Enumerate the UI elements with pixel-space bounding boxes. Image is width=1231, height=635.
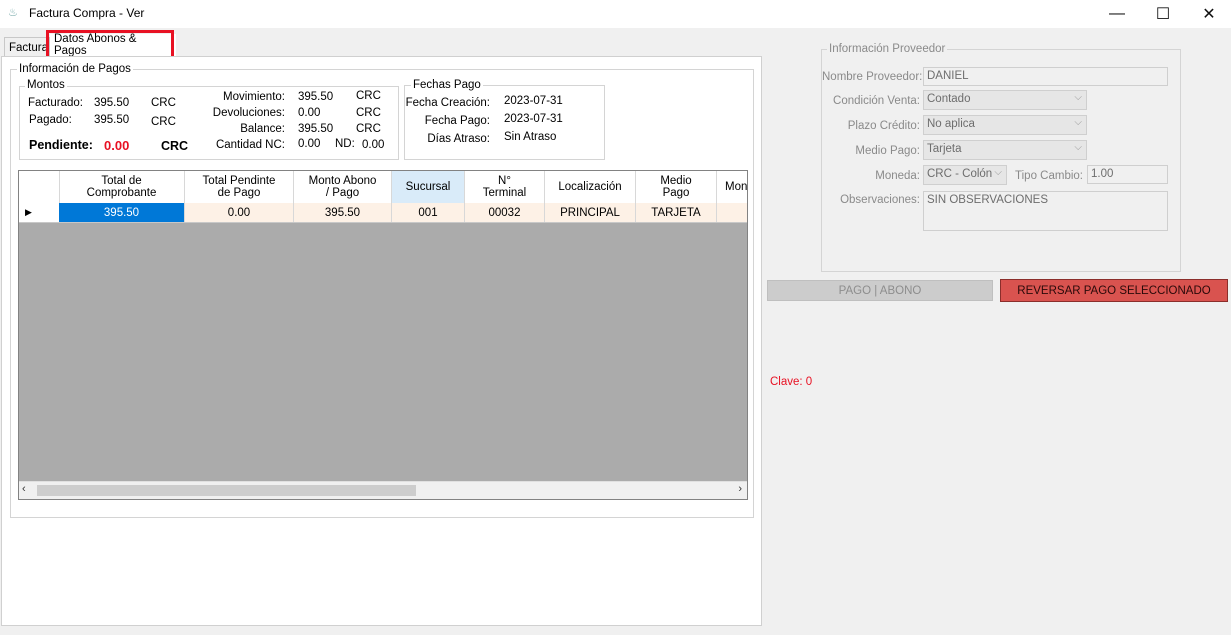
moneda-select[interactable]: CRC - Colón ⌵ <box>923 165 1007 185</box>
grid-header: Total de Comprobante Total Pendinte de P… <box>19 171 747 204</box>
dias-atraso-label: Días Atraso: <box>427 133 490 145</box>
proveedor-group-label: Información Proveedor <box>827 43 948 55</box>
pagos-group-label: Información de Pagos <box>17 63 133 75</box>
facturado-currency: CRC <box>151 97 176 109</box>
nd-label: ND: <box>335 138 355 150</box>
tipo-cambio-field[interactable]: 1.00 <box>1087 165 1168 184</box>
balance-label: Balance: <box>240 123 285 135</box>
cell-localizacion[interactable]: PRINCIPAL <box>545 203 636 222</box>
pagos-grid[interactable]: Total de Comprobante Total Pendinte de P… <box>18 170 748 500</box>
clave-label: Clave: 0 <box>770 376 813 388</box>
devoluciones-currency: CRC <box>356 107 381 119</box>
plazo-credito-value: No aplica <box>927 118 975 130</box>
scroll-thumb[interactable] <box>37 485 416 496</box>
balance-value: 395.50 <box>298 123 334 135</box>
observaciones-label: Observaciones: <box>840 194 920 206</box>
close-button[interactable]: ✕ <box>1186 0 1231 28</box>
movimiento-currency: CRC <box>356 90 381 102</box>
condicion-venta-value: Contado <box>927 93 971 105</box>
tipo-cambio-label: Tipo Cambio: <box>1015 170 1083 182</box>
horizontal-scrollbar[interactable]: ‹ › <box>19 481 747 499</box>
chevron-down-icon: ⌵ <box>1074 142 1082 153</box>
medio-pago-select[interactable]: Tarjeta ⌵ <box>923 140 1087 160</box>
chevron-down-icon: ⌵ <box>994 167 1002 178</box>
pendiente-currency: CRC <box>161 139 189 153</box>
facturado-value: 395.50 <box>94 97 130 109</box>
nd-value: 0.00 <box>362 139 385 151</box>
col-total-pendiente[interactable]: Total Pendinte de Pago <box>185 171 294 203</box>
devoluciones-label: Devoluciones: <box>212 107 285 119</box>
cell-total-pendiente[interactable]: 0.00 <box>185 203 294 222</box>
tab-datos-abonos-pagos[interactable]: Datos Abonos & Pagos <box>50 33 176 57</box>
devoluciones-value: 0.00 <box>298 107 321 119</box>
movimiento-label: Movimiento: <box>223 91 285 103</box>
balance-currency: CRC <box>356 123 381 135</box>
title-bar: ♨ Factura Compra - Ver — ☐ ✕ <box>0 0 1231 28</box>
nombre-proveedor-label: Nombre Proveedor: <box>822 71 923 83</box>
chevron-down-icon: ⌵ <box>1074 92 1082 103</box>
fecha-pago-value: 2023-07-31 <box>504 113 563 125</box>
col-localizacion[interactable]: Localización <box>545 171 636 203</box>
plazo-credito-select[interactable]: No aplica ⌵ <box>923 115 1087 135</box>
montos-group-label: Montos <box>25 79 67 91</box>
facturado-label: Facturado: <box>28 97 83 109</box>
scroll-right-icon[interactable]: › <box>738 483 742 495</box>
pagado-currency: CRC <box>151 116 176 128</box>
cantidad-nc-label: Cantidad NC: <box>215 139 285 151</box>
movimiento-value: 395.50 <box>298 91 334 103</box>
pendiente-value: 0.00 <box>104 138 130 153</box>
medio-pago-value: Tarjeta <box>927 143 962 155</box>
col-medio-pago[interactable]: Medio Pago <box>636 171 717 203</box>
minimize-button[interactable]: — <box>1094 0 1140 28</box>
col-sucursal[interactable]: Sucursal <box>392 171 465 203</box>
pagado-value: 395.50 <box>94 114 130 126</box>
tab-factura-label: Factura <box>9 41 48 54</box>
fecha-creacion-label: Fecha Creación: <box>405 97 490 109</box>
window-title: Factura Compra - Ver <box>29 6 145 20</box>
cell-medio-pago[interactable]: TARJETA <box>636 203 717 222</box>
plazo-credito-label: Plazo Crédito: <box>847 120 920 132</box>
cell-total-comprobante[interactable]: 395.50 <box>59 203 185 222</box>
fecha-creacion-value: 2023-07-31 <box>504 95 563 107</box>
fechas-group-label: Fechas Pago <box>411 79 483 91</box>
pagado-label: Pagado: <box>29 114 72 126</box>
cantidad-nc-value: 0.00 <box>298 138 321 150</box>
col-moneda[interactable]: Mon <box>717 171 747 203</box>
cell-sucursal[interactable]: 001 <box>392 203 465 222</box>
col-total-comprobante[interactable]: Total de Comprobante <box>59 171 185 203</box>
medio-pago-label: Medio Pago: <box>855 145 920 157</box>
fecha-pago-label: Fecha Pago: <box>424 115 490 127</box>
cell-terminal[interactable]: 00032 <box>465 203 545 222</box>
condicion-venta-label: Condición Venta: <box>833 95 920 107</box>
moneda-label: Moneda: <box>875 170 920 182</box>
pago-abono-button[interactable]: PAGO | ABONO <box>767 280 993 301</box>
moneda-value: CRC - Colón <box>927 168 993 180</box>
maximize-button[interactable]: ☐ <box>1140 0 1186 28</box>
reversar-pago-button[interactable]: REVERSAR PAGO SELECCIONADO <box>1000 279 1228 302</box>
nombre-proveedor-field[interactable]: DANIEL <box>923 67 1168 86</box>
tab-datos-label: Datos Abonos & Pagos <box>54 33 137 57</box>
col-monto-abono[interactable]: Monto Abono / Pago <box>294 171 392 203</box>
table-row[interactable]: ▶ 395.50 0.00 395.50 001 00032 PRINCIPAL… <box>19 203 747 223</box>
pendiente-label: Pendiente: <box>29 138 93 152</box>
scroll-left-icon[interactable]: ‹ <box>22 483 26 495</box>
dias-atraso-value: Sin Atraso <box>504 131 557 143</box>
chevron-down-icon: ⌵ <box>1074 117 1082 128</box>
row-header-corner <box>19 171 60 203</box>
cell-monto-abono[interactable]: 395.50 <box>294 203 392 222</box>
condicion-venta-select[interactable]: Contado ⌵ <box>923 90 1087 110</box>
observaciones-field[interactable]: SIN OBSERVACIONES <box>923 191 1168 231</box>
cell-moneda[interactable]: ( <box>717 203 747 222</box>
app-icon: ♨ <box>8 7 18 19</box>
tab-factura[interactable]: Factura <box>4 37 50 57</box>
col-terminal[interactable]: N° Terminal <box>465 171 545 203</box>
